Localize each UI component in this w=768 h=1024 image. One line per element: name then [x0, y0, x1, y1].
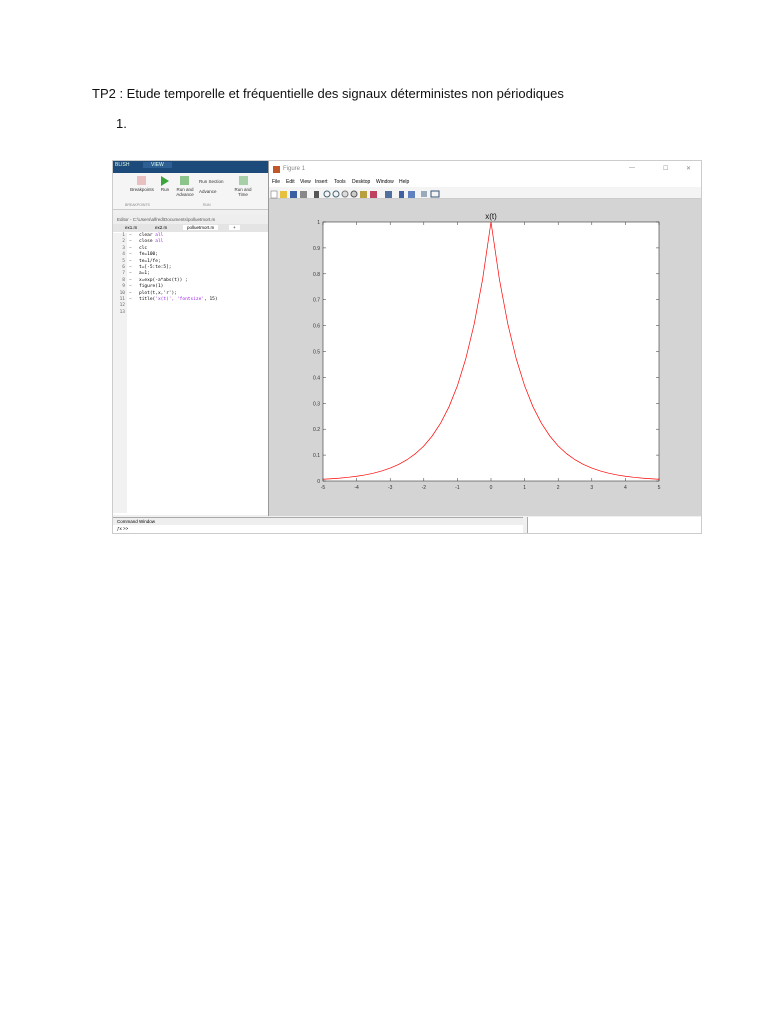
- plot-area: -5 -4 -3 -2 -1 0 1 2 3 4 5 0 0.1 0.2 0.3 0.4 0.5 0.6 0.7 0.…: [313, 212, 661, 491]
- command-window-label: Command Window: [113, 518, 523, 525]
- side-panel: [527, 517, 701, 533]
- x-tick-label: 2: [557, 485, 560, 491]
- axes-box: [322, 221, 660, 482]
- x-tick-label: -5: [321, 485, 326, 491]
- chart-title: x(t): [485, 212, 497, 221]
- y-tick-label: 0.1: [313, 453, 320, 459]
- y-tick-label: 0.9: [313, 246, 320, 252]
- x-tick-label: -2: [422, 485, 427, 491]
- y-tick-label: 0.3: [313, 401, 320, 407]
- command-window[interactable]: Command Window ƒx >>: [113, 517, 523, 533]
- x-tick-label: 1: [523, 485, 526, 491]
- y-tick-label: 0.6: [313, 324, 320, 330]
- x-tick-label: 0: [490, 485, 493, 491]
- command-prompt[interactable]: >>: [123, 526, 128, 531]
- y-tick-label: 0: [317, 479, 320, 485]
- y-tick-label: 0.2: [313, 427, 320, 433]
- x-tick-label: 4: [624, 485, 627, 491]
- matlab-screenshot: BLISH VIEW Breakpoints Run Run and Advan…: [112, 160, 702, 534]
- y-tick-label: 0.8: [313, 272, 320, 278]
- y-tick-label: 0.5: [313, 350, 320, 356]
- x-tick-label: 3: [590, 485, 593, 491]
- document-title: TP2 : Etude temporelle et fréquentielle …: [92, 86, 564, 101]
- y-tick-label: 1: [317, 220, 320, 226]
- x-tick-label: -3: [388, 485, 393, 491]
- y-tick-label: 0.4: [313, 375, 320, 381]
- y-tick-label: 0.7: [313, 298, 320, 304]
- item-number: 1.: [116, 116, 127, 131]
- document-page: TP2 : Etude temporelle et fréquentielle …: [0, 0, 768, 1024]
- x-tick-label: 5: [658, 485, 661, 491]
- x-tick-label: -4: [354, 485, 359, 491]
- x-tick-label: -1: [455, 485, 460, 491]
